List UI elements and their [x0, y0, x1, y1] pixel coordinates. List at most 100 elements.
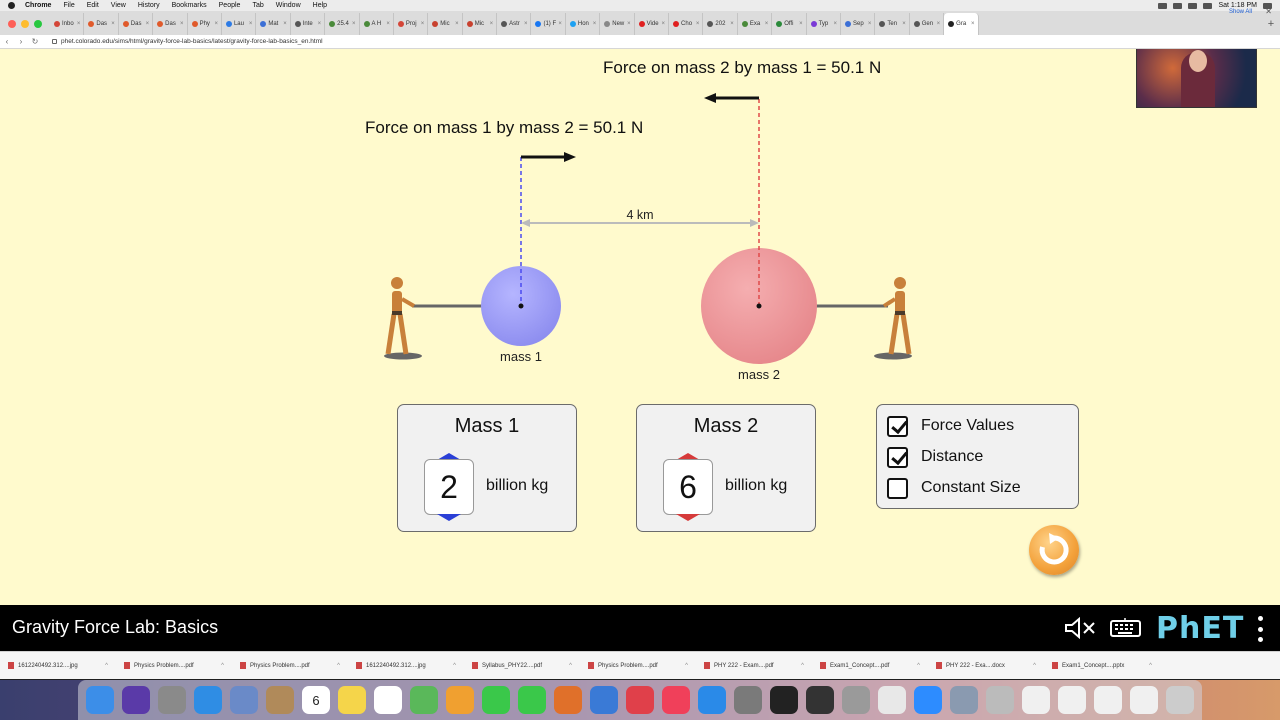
browser-tab[interactable]: New ×: [600, 13, 635, 35]
contacts-icon[interactable]: [266, 686, 294, 714]
terminal-icon[interactable]: [770, 686, 798, 714]
browser-tab[interactable]: Inbo ×: [50, 13, 85, 35]
system-preferences-icon[interactable]: [734, 686, 762, 714]
window-icon[interactable]: [1130, 686, 1158, 714]
tab-close-icon[interactable]: ×: [283, 21, 290, 27]
siri-icon[interactable]: [122, 686, 150, 714]
mass-2-spinner[interactable]: 6: [663, 453, 713, 521]
window-icon[interactable]: [1094, 686, 1122, 714]
document-icon[interactable]: [1022, 686, 1050, 714]
browser-tab[interactable]: Mic ×: [428, 13, 463, 35]
download-item[interactable]: 1612240492.312....jpg ^: [348, 662, 464, 669]
download-item[interactable]: PHY 222 - Exam....pdf ^: [696, 662, 812, 669]
printer-icon[interactable]: [986, 686, 1014, 714]
tab-close-icon[interactable]: ×: [593, 21, 600, 27]
phet-menu-icon[interactable]: [1256, 616, 1264, 642]
trash-icon[interactable]: [1166, 686, 1194, 714]
chevron-up-icon[interactable]: ^: [1033, 663, 1044, 669]
menu-window[interactable]: Window: [276, 0, 301, 11]
keyboard-help-icon[interactable]: [1110, 618, 1142, 638]
notes-icon[interactable]: [338, 686, 366, 714]
browser-tab[interactable]: Das ×: [84, 13, 119, 35]
tab-close-icon[interactable]: ×: [696, 21, 703, 27]
address-bar[interactable]: phet.colorado.edu/sims/html/gravity-forc…: [52, 38, 323, 45]
status-icon[interactable]: [1158, 2, 1168, 9]
back-icon[interactable]: ‹: [0, 37, 14, 46]
browser-tab[interactable]: Lau ×: [222, 13, 257, 35]
browser-tab[interactable]: Das ×: [119, 13, 154, 35]
menu-view[interactable]: View: [111, 0, 126, 11]
browser-tab[interactable]: Sep ×: [841, 13, 876, 35]
download-item[interactable]: Exam1_Concept....pdf ^: [812, 662, 928, 669]
tab-close-icon[interactable]: ×: [902, 21, 909, 27]
obs-icon[interactable]: [806, 686, 834, 714]
browser-tab[interactable]: Ten ×: [875, 13, 910, 35]
menu-file[interactable]: File: [63, 0, 74, 11]
menu-bookmarks[interactable]: Bookmarks: [172, 0, 207, 11]
maps-icon[interactable]: [410, 686, 438, 714]
tab-close-icon[interactable]: ×: [490, 21, 497, 27]
browser-tab[interactable]: Typ ×: [807, 13, 841, 35]
new-tab-button[interactable]: +: [1262, 13, 1280, 35]
browser-tab[interactable]: Mat ×: [256, 13, 291, 35]
browser-tab[interactable]: 202 ×: [703, 13, 738, 35]
constant-size-option[interactable]: Constant Size: [887, 477, 1021, 499]
menu-tab[interactable]: Tab: [252, 0, 263, 11]
wifi-icon[interactable]: [1188, 2, 1198, 9]
download-item[interactable]: 1612240492.312....jpg ^: [0, 662, 116, 669]
constant-size-checkbox[interactable]: [887, 477, 908, 499]
screenshot-icon[interactable]: [950, 686, 978, 714]
tab-close-icon[interactable]: ×: [627, 21, 634, 27]
window-icon[interactable]: [1058, 686, 1086, 714]
music-icon[interactable]: [662, 686, 690, 714]
tab-close-icon[interactable]: ×: [249, 21, 256, 27]
tab-close-icon[interactable]: ×: [352, 21, 359, 27]
browser-tab[interactable]: (1) F ×: [531, 13, 566, 35]
preview-icon[interactable]: [230, 686, 258, 714]
tab-close-icon[interactable]: ×: [180, 21, 187, 27]
apple-icon[interactable]: [8, 2, 15, 9]
numbers-icon[interactable]: [554, 686, 582, 714]
download-item[interactable]: PHY 222 - Exa....docx ^: [928, 662, 1044, 669]
download-item[interactable]: Syllabus_PHY22....pdf ^: [464, 662, 580, 669]
reload-icon[interactable]: ↻: [28, 37, 42, 46]
download-item[interactable]: Physics Problem....pdf ^: [116, 662, 232, 669]
tab-close-icon[interactable]: ×: [558, 21, 565, 27]
sound-off-icon[interactable]: [1064, 617, 1098, 639]
tab-close-icon[interactable]: ×: [868, 21, 875, 27]
tab-close-icon[interactable]: ×: [662, 21, 669, 27]
messages-icon[interactable]: [482, 686, 510, 714]
browser-tab[interactable]: Mic ×: [463, 13, 498, 35]
tab-close-icon[interactable]: ×: [765, 21, 772, 27]
chevron-up-icon[interactable]: ^: [221, 663, 232, 669]
chevron-up-icon[interactable]: ^: [685, 663, 696, 669]
menu-history[interactable]: History: [138, 0, 160, 11]
tab-close-icon[interactable]: ×: [971, 21, 978, 27]
distance-option[interactable]: Distance: [887, 446, 983, 468]
tab-close-icon[interactable]: ×: [799, 21, 806, 27]
browser-tab[interactable]: Exa ×: [738, 13, 773, 35]
menu-app-name[interactable]: Chrome: [25, 0, 51, 11]
force-values-option[interactable]: Force Values: [887, 415, 1014, 437]
download-item[interactable]: Physics Problem....pdf ^: [580, 662, 696, 669]
chevron-up-icon[interactable]: ^: [1149, 663, 1160, 669]
tab-close-icon[interactable]: ×: [214, 21, 221, 27]
show-all-downloads-link[interactable]: Show All: [1229, 9, 1252, 15]
calendar-icon[interactable]: 6: [302, 686, 330, 714]
safari-icon[interactable]: [194, 686, 222, 714]
menu-edit[interactable]: Edit: [87, 0, 99, 11]
mass-1-decrement-icon[interactable]: [437, 514, 461, 521]
browser-tab[interactable]: 25.4 ×: [325, 13, 360, 35]
status-icon[interactable]: [1173, 2, 1183, 9]
tab-close-icon[interactable]: ×: [937, 21, 944, 27]
browser-tab[interactable]: Offi ×: [772, 13, 807, 35]
tab-close-icon[interactable]: ×: [111, 21, 118, 27]
app-store-icon[interactable]: [698, 686, 726, 714]
script-editor-icon[interactable]: [842, 686, 870, 714]
battery-icon[interactable]: [1203, 2, 1213, 9]
tab-close-icon[interactable]: ×: [146, 21, 153, 27]
mass-1-value[interactable]: 2: [424, 459, 474, 515]
reminders-icon[interactable]: [374, 686, 402, 714]
browser-tab[interactable]: Gra ×: [944, 13, 979, 35]
browser-tab[interactable]: Phy ×: [188, 13, 222, 35]
